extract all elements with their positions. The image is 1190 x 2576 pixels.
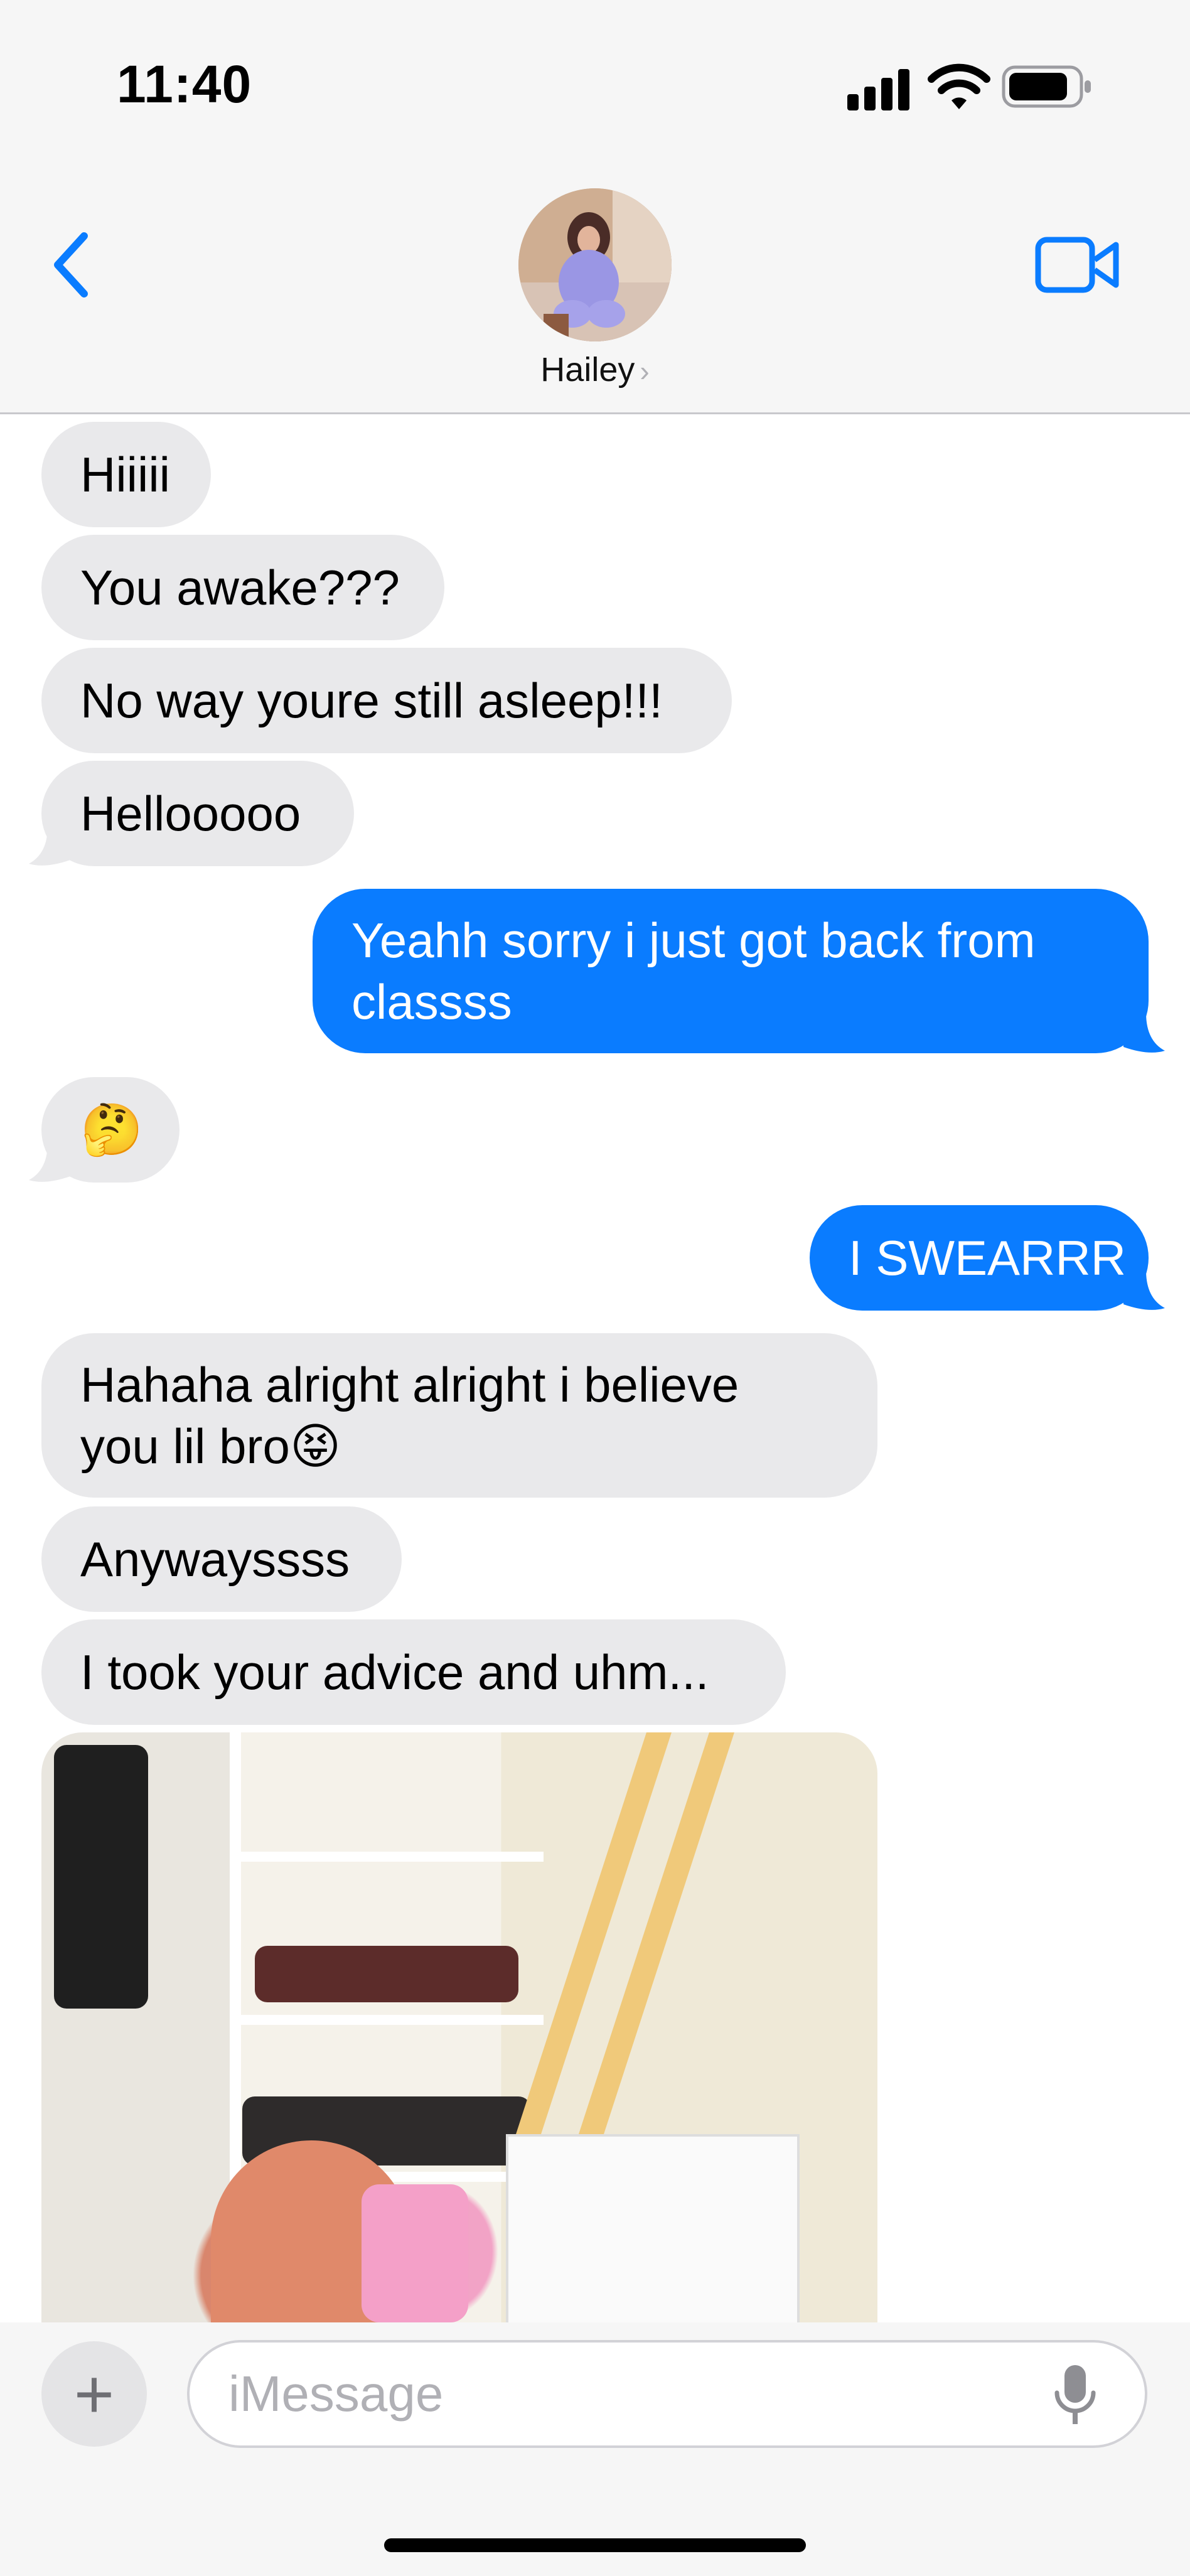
- bubble-tail: [1123, 1270, 1165, 1310]
- message-input[interactable]: [187, 2340, 1147, 2448]
- message-text: I SWEARRR: [849, 1230, 1127, 1285]
- microphone-icon[interactable]: [1052, 2363, 1098, 2428]
- status-time: 11:40: [117, 55, 252, 114]
- photo-clothes: [54, 1745, 148, 2009]
- contact-name[interactable]: Hailey ›: [0, 350, 1190, 389]
- navigation-header: 11:40 Hailey ›: [0, 0, 1190, 414]
- message-bubble-incoming[interactable]: Anywayssss: [41, 1506, 402, 1612]
- photo-phone: [362, 2184, 468, 2322]
- message-bubble-incoming[interactable]: You awake???: [41, 535, 444, 640]
- message-text: No way youre still asleep!!!: [80, 673, 663, 728]
- plus-icon: +: [73, 2355, 115, 2433]
- message-bubble-incoming[interactable]: No way youre still asleep!!!: [41, 648, 732, 753]
- message-text-line: Yeahh sorry i just got back from: [351, 913, 1036, 968]
- signal-icon: [847, 69, 910, 110]
- message-bubble-incoming[interactable]: Hiiiii: [41, 422, 211, 527]
- bubble-tail: [29, 826, 70, 866]
- thinking-face-emoji: 🤔: [80, 1102, 143, 1157]
- message-text: Hellooooo: [80, 786, 301, 841]
- contact-name-text: Hailey: [540, 351, 635, 389]
- message-text: Anywayssss: [80, 1532, 350, 1587]
- back-chevron-icon[interactable]: [44, 227, 100, 303]
- message-text: Hiiiii: [80, 447, 170, 502]
- message-bubble-outgoing[interactable]: Yeahh sorry i just got back from classss: [313, 889, 1149, 1053]
- message-text-line: Hahaha alright alright i believe: [80, 1357, 739, 1412]
- message-bubble-outgoing[interactable]: I SWEARRR: [810, 1205, 1149, 1311]
- message-bubble-incoming[interactable]: Hahaha alright alright i believe you lil…: [41, 1333, 877, 1498]
- message-text-line: classss: [351, 974, 512, 1029]
- plus-button[interactable]: +: [41, 2341, 147, 2447]
- image-attachment[interactable]: [41, 1732, 877, 2322]
- message-bubble-incoming[interactable]: I took your advice and uhm...: [41, 1619, 786, 1725]
- message-text: You awake???: [80, 560, 400, 615]
- photo-clothes: [255, 1946, 518, 2002]
- avatar-photo: [518, 188, 672, 341]
- photo-dresser: [506, 2134, 800, 2322]
- home-indicator[interactable]: [384, 2538, 806, 2552]
- bubble-tail: [29, 1142, 70, 1182]
- facetime-video-icon[interactable]: [1034, 233, 1122, 296]
- avatar[interactable]: [518, 188, 672, 341]
- message-text: I took your advice and uhm...: [80, 1645, 709, 1700]
- chevron-right-icon: ›: [640, 355, 650, 387]
- wifi-icon: [928, 63, 990, 109]
- message-text-line: you lil bro😝: [80, 1419, 341, 1474]
- bubble-tail: [1123, 1013, 1165, 1053]
- message-bubble-incoming[interactable]: Hellooooo: [41, 761, 354, 866]
- battery-icon: [1002, 65, 1091, 108]
- photo-shelf: [230, 1852, 544, 1862]
- photo-shelf: [230, 2015, 544, 2025]
